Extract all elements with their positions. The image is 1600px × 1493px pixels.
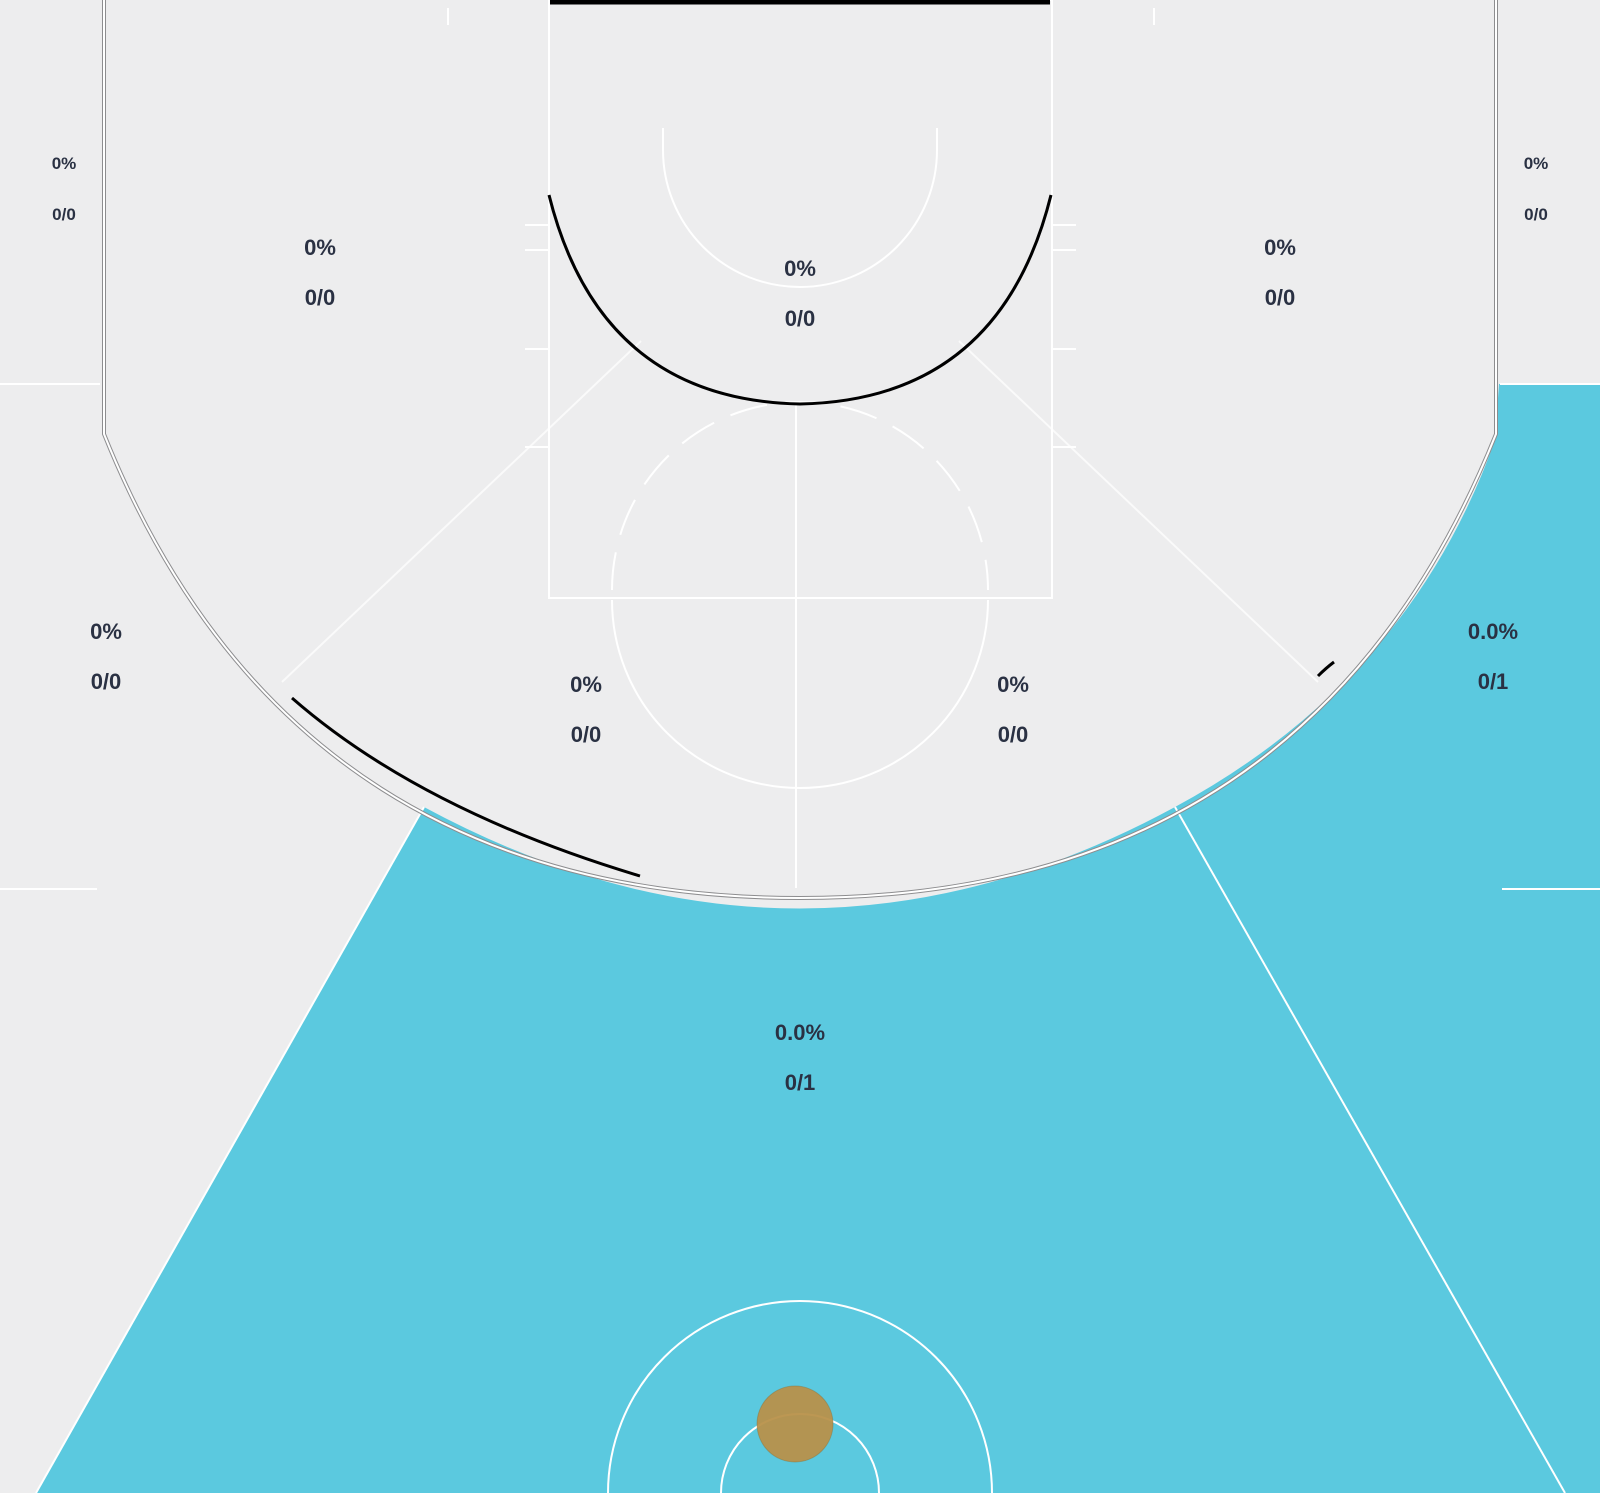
zone-made-attempted: 0/0 (570, 722, 602, 747)
zone-made-attempted: 0/1 (1477, 669, 1509, 694)
zone-made-attempted: 0/0 (784, 306, 816, 331)
zone-pct: 0.0% (1467, 619, 1519, 644)
zone-label-right-baseline-mid: 0% 0/0 (1264, 223, 1296, 323)
shot-chart-court (0, 0, 1600, 1493)
zone-made-attempted: 0/0 (997, 722, 1029, 747)
zone-pct: 0% (997, 672, 1029, 697)
zone-pct: 0% (784, 256, 816, 281)
zone-pct: 0% (1264, 235, 1296, 260)
zone-label-right-elbow-mid: 0% 0/0 (997, 660, 1029, 760)
zone-label-left-wing-three: 0% 0/0 (90, 607, 122, 707)
zone-made-attempted: 0/0 (52, 205, 76, 224)
zone-label-left-baseline-mid: 0% 0/0 (304, 223, 336, 323)
zone-pct: 0% (51, 154, 77, 173)
zone-made-attempted: 0/0 (1264, 285, 1296, 310)
zone-label-left-elbow-mid: 0% 0/0 (570, 660, 602, 760)
zone-pct: 0% (570, 672, 602, 697)
zone-label-right-wing-three: 0.0% 0/1 (1468, 607, 1518, 707)
zone-label-paint: 0% 0/0 (784, 244, 816, 344)
zone-pct: 0% (1523, 154, 1549, 173)
zone-label-top-key-three: 0.0% 0/1 (775, 1008, 825, 1108)
zone-made-attempted: 0/1 (784, 1070, 816, 1095)
zone-made-attempted: 0/0 (304, 285, 336, 310)
zone-label-right-corner-three: 0% 0/0 (1524, 138, 1549, 240)
zone-made-attempted: 0/0 (1524, 205, 1548, 224)
zone-pct: 0% (304, 235, 336, 260)
zone-pct: 0.0% (774, 1020, 826, 1045)
zone-pct: 0% (90, 619, 122, 644)
zone-label-left-corner-three: 0% 0/0 (52, 138, 77, 240)
zone-made-attempted: 0/0 (90, 669, 122, 694)
